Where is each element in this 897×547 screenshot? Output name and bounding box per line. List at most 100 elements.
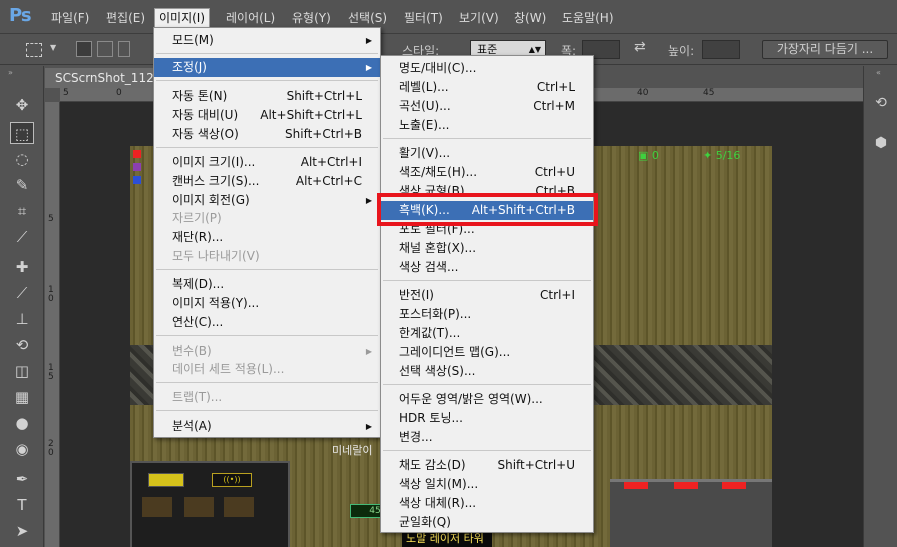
marquee-tool-icon[interactable]: ⬚ [10,122,34,144]
hud-slot [184,497,214,517]
menu-item-label: 자동 톤(N) [172,89,228,103]
adjust-gradient-map[interactable]: 그레이디언트 맵(G)... [381,343,593,362]
menu-edit[interactable]: 편집(E) [102,9,149,27]
eraser-tool-icon[interactable]: ◫ [10,360,34,382]
adjust-variations[interactable]: 변경... [381,428,593,447]
adjust-curves[interactable]: 곡선(U)... Ctrl+M [381,97,593,116]
adjust-hdr-toning[interactable]: HDR 토닝... [381,409,593,428]
new-selection-icon[interactable] [76,41,92,57]
path-select-tool-icon[interactable]: ➤ [10,520,34,542]
menu-item-label: 자동 색상(O) [172,127,239,141]
menu-layer[interactable]: 레이어(L) [222,9,279,27]
image-menu-auto-tone[interactable]: 자동 톤(N) Shift+Ctrl+L [154,87,380,106]
add-selection-icon[interactable] [97,41,113,57]
menu-file[interactable]: 파일(F) [47,9,93,27]
image-menu-crop[interactable]: 자르기(P) [154,209,380,228]
pen-tool-icon[interactable]: ✒ [10,468,34,490]
crop-tool-icon[interactable]: ⌗ [10,200,34,222]
ruler-label: 1 5 [48,363,54,382]
chevron-down-icon[interactable]: ▼ [50,43,56,52]
lasso-tool-icon[interactable]: ◌ [10,148,34,170]
image-menu-auto-contrast[interactable]: 자동 대비(U) Alt+Shift+Ctrl+L [154,106,380,125]
ruler-label: 2 0 [48,439,54,458]
menu-help[interactable]: 도움말(H) [558,9,618,27]
adjust-color-lookup[interactable]: 색상 검색... [381,258,593,277]
console-light [674,482,698,489]
document-tab[interactable]: SCScrnShot_11251 [45,68,160,88]
mineral-count: ▣ 0 [638,149,659,162]
image-menu-auto-color[interactable]: 자동 색상(O) Shift+Ctrl+B [154,125,380,144]
menu-item-label: 채도 감소(D) [399,458,466,472]
adjust-levels[interactable]: 레벨(L)... Ctrl+L [381,78,593,97]
image-menu-analysis[interactable]: 분석(A) ▶ [154,417,380,436]
image-menu-image-size[interactable]: 이미지 크기(I)... Alt+Ctrl+I [154,153,380,172]
image-menu-trap[interactable]: 트랩(T)... [154,388,380,407]
menu-image[interactable]: 이미지(I) [153,8,211,28]
adjust-hue-saturation[interactable]: 색조/채도(H)... Ctrl+U [381,163,593,182]
player-color-swatch [133,163,141,171]
subtract-selection-icon[interactable] [118,41,130,57]
image-menu-apply-data-set[interactable]: 데이터 세트 적용(L)... [154,360,380,379]
image-menu-canvas-size[interactable]: 캔버스 크기(S)... Alt+Ctrl+C [154,172,380,191]
adjust-threshold[interactable]: 한계값(T)... [381,324,593,343]
menu-item-label: 한계값(T)... [399,326,461,340]
adjust-shadows-highlights[interactable]: 어두운 영역/밝은 영역(W)... [381,390,593,409]
move-tool-icon[interactable]: ✥ [10,94,34,116]
type-tool-icon[interactable]: T [10,494,34,516]
blur-tool-icon[interactable]: ● [10,412,34,434]
image-menu-duplicate[interactable]: 복제(D)... [154,275,380,294]
menu-filter[interactable]: 필터(T) [400,9,447,27]
right-panel-strip: « ⟲ ⬢ [863,66,897,547]
supply-count-value: 5/16 [715,149,741,162]
adjust-selective-color[interactable]: 선택 색상(S)... [381,362,593,381]
adjust-replace-color[interactable]: 색상 대체(R)... [381,494,593,513]
collapse-icon[interactable]: » [8,68,13,77]
healing-brush-tool-icon[interactable]: ✚ [10,256,34,278]
refine-edge-button[interactable]: 가장자리 다듬기 ... [762,40,888,59]
quick-select-tool-icon[interactable]: ✎ [10,174,34,196]
image-menu-trim[interactable]: 재단(R)... [154,228,380,247]
adjust-vibrance[interactable]: 활기(V)... [381,144,593,163]
adjust-brightness-contrast[interactable]: 명도/대비(C)... [381,59,593,78]
adjust-posterize[interactable]: 포스터화(P)... [381,305,593,324]
menu-item-label: 변수(B) [172,344,212,358]
eyedropper-tool-icon[interactable]: ⟋ [10,226,34,248]
history-panel-icon[interactable]: ⟲ [872,94,890,112]
height-field[interactable] [702,40,740,59]
tools-panel: » ✥ ⬚ ◌ ✎ ⌗ ⟋ ✚ ⟋ ⊥ ⟲ ◫ ▦ ● ◉ ✒ T ➤ [0,66,44,547]
3d-panel-icon[interactable]: ⬢ [872,134,890,152]
image-menu-reveal-all[interactable]: 모두 나타내기(V) [154,247,380,266]
menu-type[interactable]: 유형(Y) [288,9,335,27]
dodge-tool-icon[interactable]: ◉ [10,438,34,460]
height-label: 높이: [668,44,695,58]
image-menu-apply-image[interactable]: 이미지 적용(Y)... [154,294,380,313]
marquee-tool-icon[interactable] [26,43,42,57]
ruler-label: 40 [637,88,649,98]
menu-item-shortcut: Ctrl+M [533,99,575,113]
image-menu-calculations[interactable]: 연산(C)... [154,313,380,332]
image-menu-variables[interactable]: 변수(B) ▶ [154,342,380,361]
menu-window[interactable]: 창(W) [510,9,550,27]
adjust-exposure[interactable]: 노출(E)... [381,116,593,135]
menu-item-label: 이미지 회전(G) [172,193,250,207]
history-brush-tool-icon[interactable]: ⟲ [10,334,34,356]
adjust-desaturate[interactable]: 채도 감소(D) Shift+Ctrl+U [381,456,593,475]
adjust-match-color[interactable]: 색상 일치(M)... [381,475,593,494]
menu-separator [383,384,591,385]
menu-select[interactable]: 선택(S) [344,9,391,27]
menu-item-shortcut: Shift+Ctrl+U [497,458,575,472]
menu-view[interactable]: 보기(V) [455,9,503,27]
image-menu-mode[interactable]: 모드(M) ▶ [154,31,380,50]
stamp-tool-icon[interactable]: ⊥ [10,308,34,330]
image-menu-adjustments[interactable]: 조정(J) ▶ [154,58,380,77]
adjust-invert[interactable]: 반전(I) Ctrl+I [381,286,593,305]
brush-tool-icon[interactable]: ⟋ [10,282,34,304]
menu-item-label: 복제(D)... [172,277,225,291]
swap-icon[interactable]: ⇄ [634,39,646,55]
gradient-tool-icon[interactable]: ▦ [10,386,34,408]
adjust-channel-mixer[interactable]: 채널 혼합(X)... [381,239,593,258]
ruler-label: 0 [116,88,122,98]
collapse-icon[interactable]: « [876,68,881,77]
image-menu-image-rotation[interactable]: 이미지 회전(G) ▶ [154,191,380,210]
adjust-equalize[interactable]: 균일화(Q) [381,513,593,532]
